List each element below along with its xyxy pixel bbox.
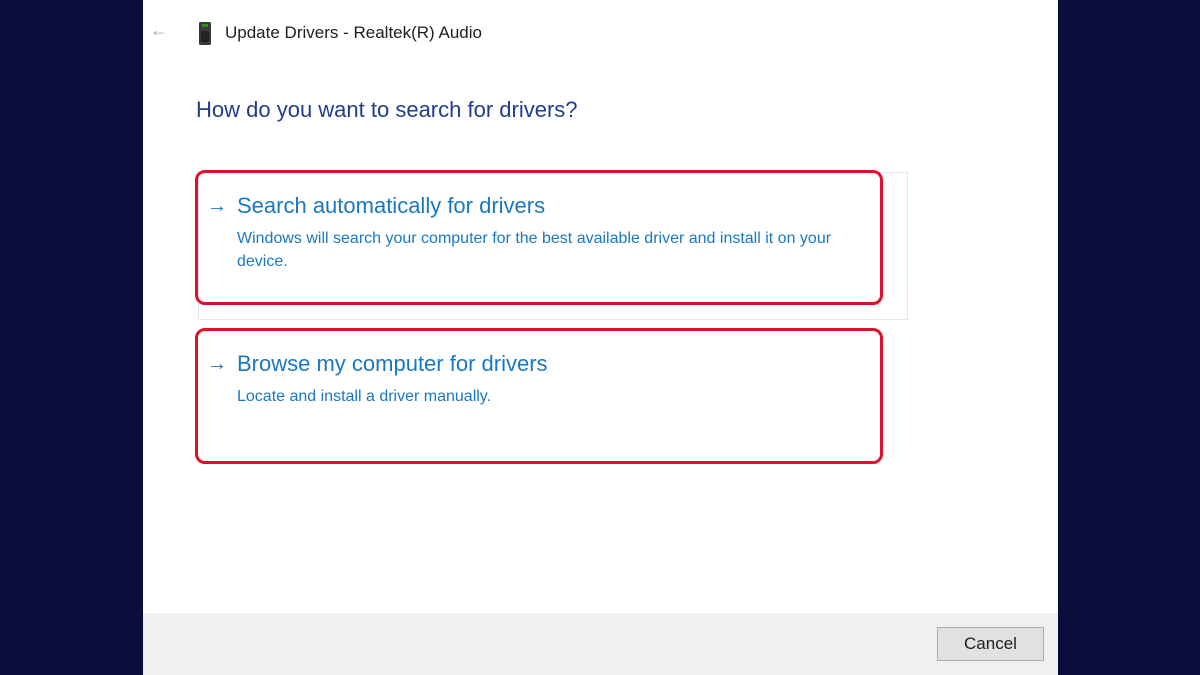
title-bar: ← Update Drivers - Realtek(R) Audio <box>143 0 1058 66</box>
back-button[interactable]: ← <box>149 18 169 42</box>
option-description: Windows will search your computer for th… <box>237 230 832 270</box>
option-description: Locate and install a driver manually. <box>237 388 492 405</box>
back-arrow-icon: ← <box>150 20 168 40</box>
option-title: Browse my computer for drivers <box>237 351 548 376</box>
window-title: Update Drivers - Realtek(R) Audio <box>225 23 482 42</box>
arrow-right-icon: → <box>207 353 227 375</box>
cancel-button[interactable]: Cancel <box>937 627 1044 661</box>
search-automatically-option[interactable]: → Search automatically for drivers Windo… <box>195 170 883 305</box>
dialog-footer: Cancel <box>143 613 1058 675</box>
audio-device-icon <box>199 22 211 45</box>
option-title: Search automatically for drivers <box>237 193 546 218</box>
arrow-right-icon: → <box>207 195 227 217</box>
browse-computer-option[interactable]: → Browse my computer for drivers Locate … <box>195 328 883 464</box>
page-heading: How do you want to search for drivers? <box>196 97 578 122</box>
update-drivers-dialog: ← Update Drivers - Realtek(R) Audio How … <box>143 0 1058 675</box>
